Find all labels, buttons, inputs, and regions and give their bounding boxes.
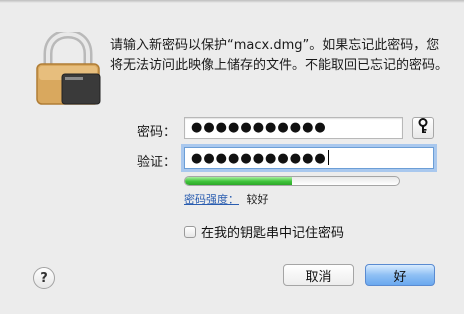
password-strength-row: 密码强度： 较好: [184, 191, 269, 207]
dialog-message: 请输入新密码以保护“macx.dmg”。如果忘记此密码，您将无法访问此映像上储存…: [110, 38, 449, 73]
verify-field[interactable]: ●●●●●●●●●●●: [184, 147, 434, 169]
password-strength-link[interactable]: 密码强度：: [184, 193, 239, 206]
verify-label: 验证：: [137, 155, 177, 170]
help-button[interactable]: ?: [33, 267, 55, 289]
remember-in-keychain-checkbox[interactable]: [184, 225, 196, 238]
cancel-label: 取消: [305, 269, 332, 285]
cancel-button[interactable]: 取消: [283, 264, 354, 286]
lock-icon: [34, 29, 102, 106]
remember-in-keychain-label[interactable]: 在我的钥匙串中记住密码: [201, 222, 344, 241]
verify-value: ●●●●●●●●●●●: [191, 151, 327, 166]
password-field[interactable]: ●●●●●●●●●●●: [184, 117, 403, 139]
key-icon: [417, 118, 429, 138]
window-top-shadow: [0, 0, 464, 3]
ok-button[interactable]: 好: [365, 264, 435, 286]
ok-label: 好: [393, 269, 407, 285]
password-strength-fill: [185, 177, 292, 185]
password-label: 密码：: [137, 125, 177, 140]
password-strength-meter: [184, 176, 400, 186]
password-strength-level: 较好: [246, 193, 269, 206]
remember-in-keychain-row[interactable]: 在我的钥匙串中记住密码: [184, 222, 344, 241]
password-assistant-button[interactable]: [412, 117, 434, 139]
password-value: ●●●●●●●●●●●: [191, 120, 327, 135]
text-caret: [327, 150, 329, 165]
help-label: ?: [40, 270, 48, 286]
